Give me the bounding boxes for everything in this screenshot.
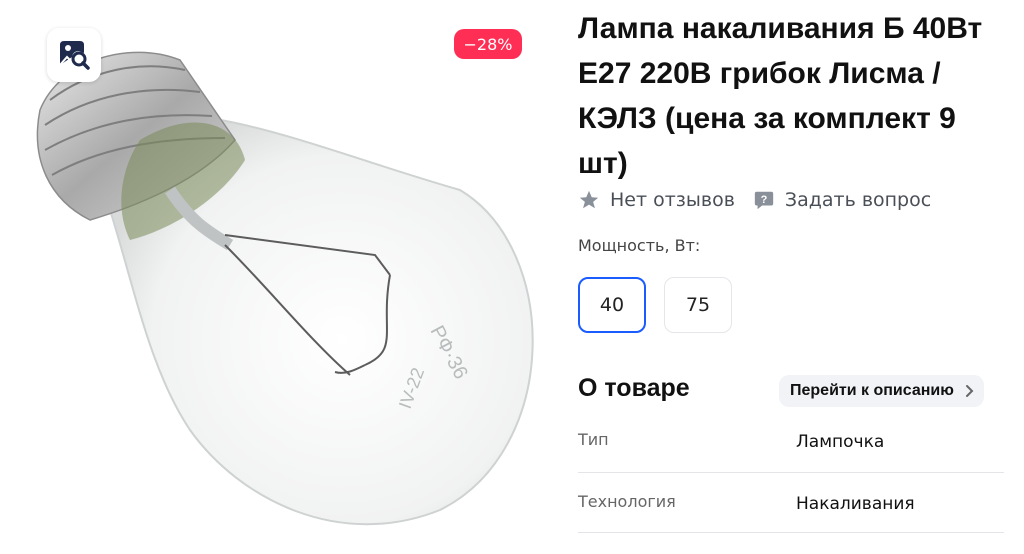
power-label: Мощность, Вт: xyxy=(578,236,701,255)
power-option-75[interactable]: 75 xyxy=(664,277,732,333)
spec-key: Технология xyxy=(578,492,676,511)
discount-badge: −28% xyxy=(454,29,522,59)
star-icon xyxy=(579,190,599,209)
spec-row: Тип Лампочка xyxy=(578,426,1004,473)
about-section-title: О товаре xyxy=(578,374,690,402)
image-search-icon xyxy=(59,41,90,70)
spec-key: Тип xyxy=(578,430,609,449)
reviews-label: Нет отзывов xyxy=(610,189,735,211)
chevron-right-icon xyxy=(965,385,974,397)
question-label: Задать вопрос xyxy=(784,189,932,211)
image-search-button[interactable] xyxy=(47,28,101,82)
product-image-bulb[interactable]: РФ·36 IV-22 xyxy=(20,30,540,550)
product-image-area: РФ·36 IV-22 −28% xyxy=(0,0,550,554)
ask-question-link[interactable]: ? Задать вопрос xyxy=(753,189,931,211)
power-option-40[interactable]: 40 xyxy=(578,277,646,333)
product-meta-row: Нет отзывов ? Задать вопрос xyxy=(578,189,949,211)
goto-description-label: Перейти к описанию xyxy=(790,382,954,399)
reviews-link[interactable]: Нет отзывов xyxy=(578,189,735,211)
spec-value: Накаливания xyxy=(796,494,915,514)
goto-description-button[interactable]: Перейти к описанию xyxy=(779,375,984,407)
product-title: Лампа накаливания Б 40Вт Е27 220В грибок… xyxy=(578,12,983,180)
question-bubble-icon: ? xyxy=(754,191,774,210)
spec-value: Лампочка xyxy=(796,432,885,452)
svg-text:?: ? xyxy=(761,194,768,206)
spec-row: Технология Накаливания xyxy=(578,488,1004,533)
